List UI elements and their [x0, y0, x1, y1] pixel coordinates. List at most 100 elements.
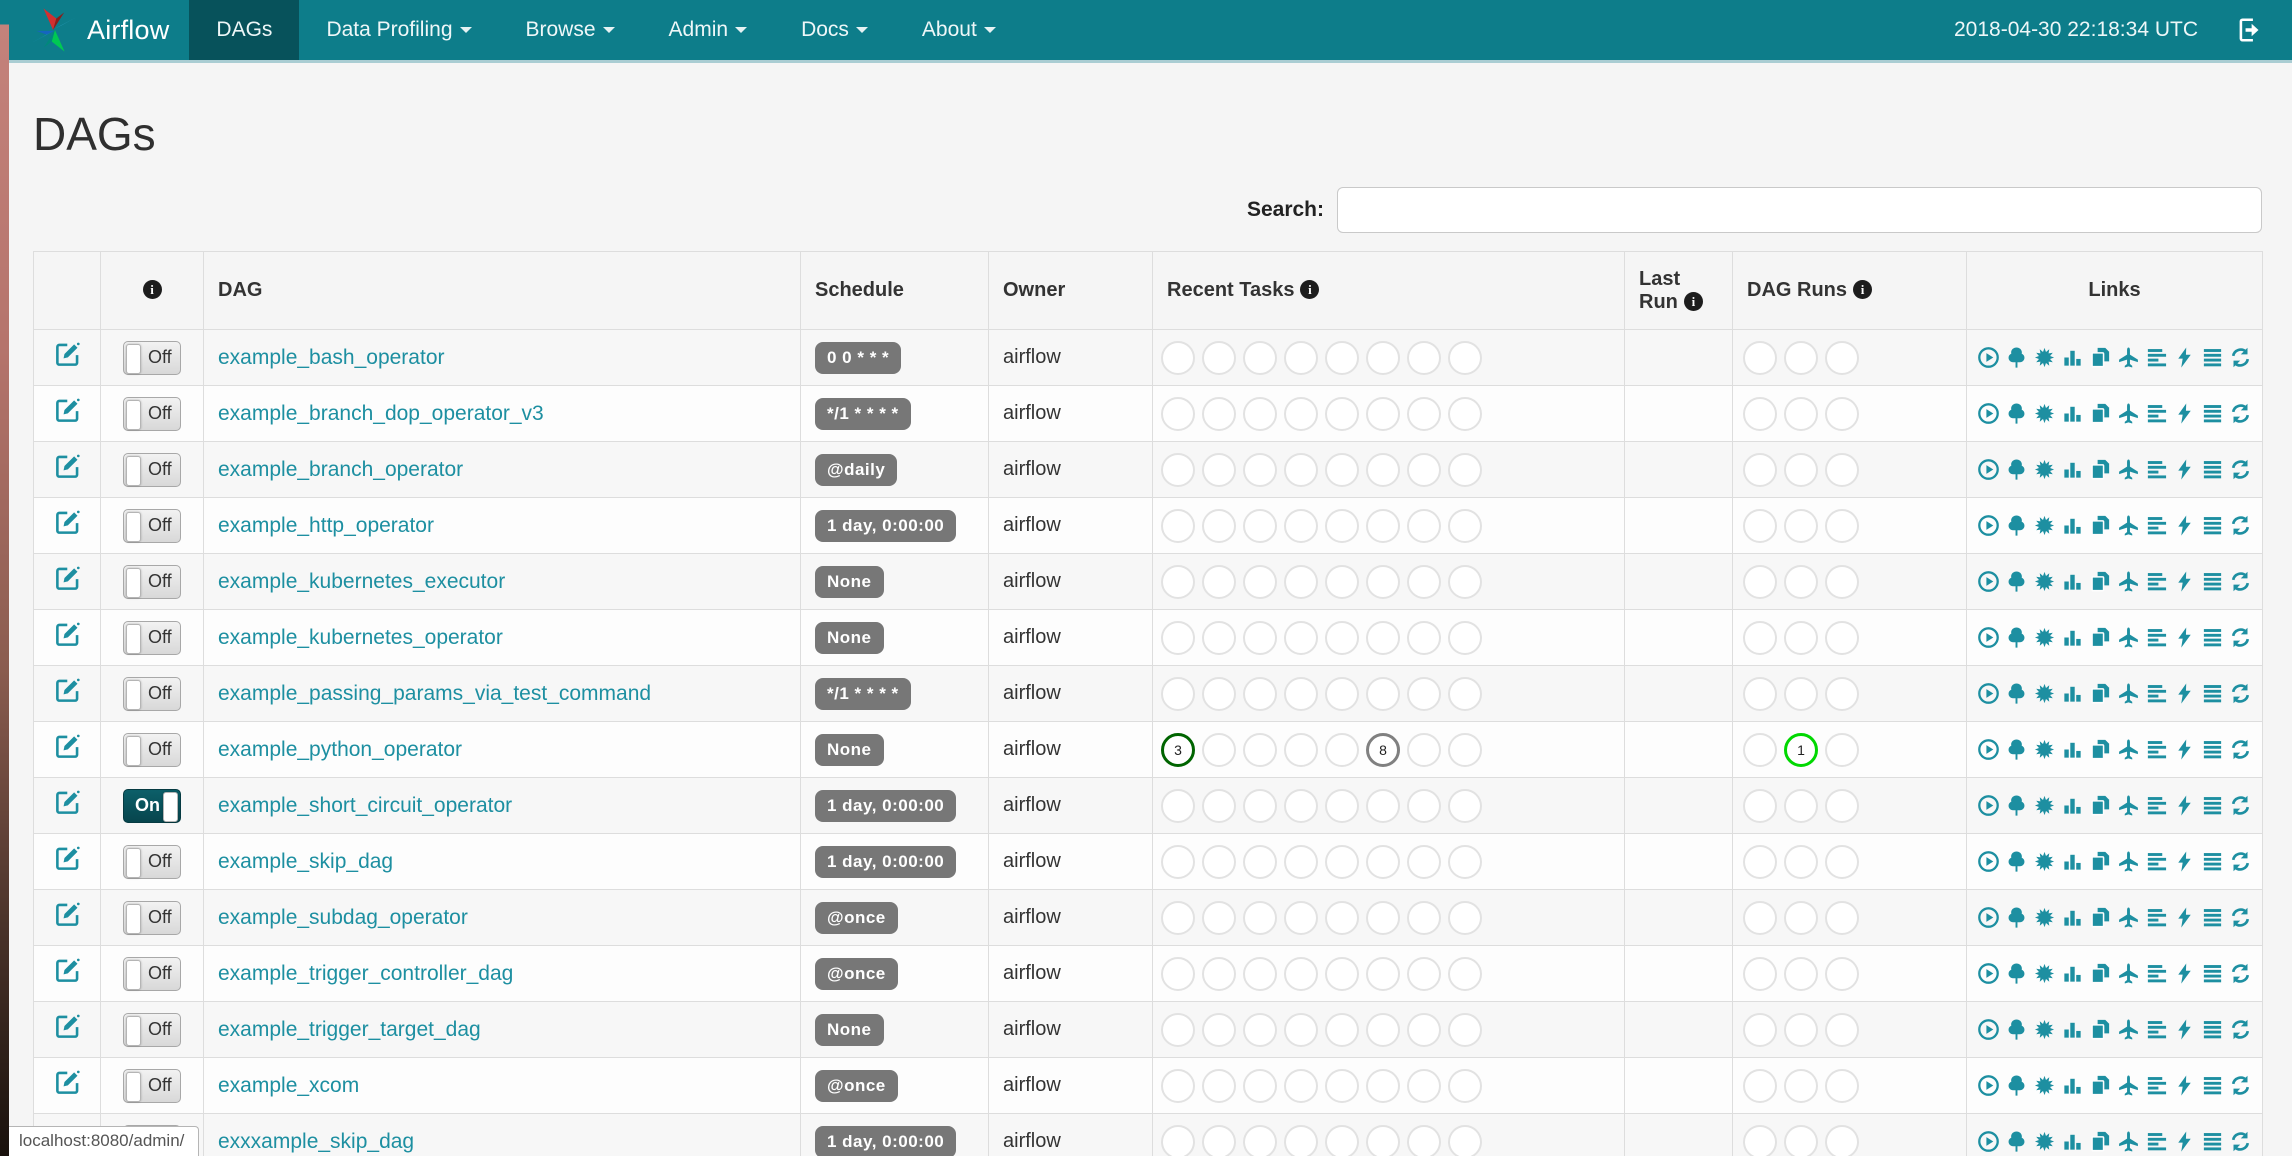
task-state-circle[interactable] — [1202, 1124, 1236, 1156]
task-state-circle[interactable] — [1243, 396, 1277, 431]
dag-run-circle[interactable] — [1743, 732, 1777, 767]
nav-item-about[interactable]: About — [895, 0, 1023, 60]
refresh-icon[interactable] — [2229, 570, 2252, 593]
task-state-circle[interactable] — [1202, 844, 1236, 879]
task-state-circle[interactable] — [1448, 1012, 1482, 1047]
trigger-dag-icon[interactable] — [1977, 850, 2000, 873]
dag-link[interactable]: example_passing_params_via_test_command — [218, 682, 651, 705]
gantt-view-icon[interactable] — [2145, 962, 2168, 985]
task-state-circle[interactable] — [1202, 1012, 1236, 1047]
task-duration-icon[interactable] — [2061, 346, 2084, 369]
task-duration-icon[interactable] — [2061, 570, 2084, 593]
landing-times-icon[interactable] — [2117, 682, 2140, 705]
task-tries-icon[interactable] — [2089, 1018, 2112, 1041]
trigger-dag-icon[interactable] — [1977, 962, 2000, 985]
schedule-badge[interactable]: None — [815, 621, 884, 654]
dag-link[interactable]: example_xcom — [218, 1074, 359, 1097]
landing-times-icon[interactable] — [2117, 850, 2140, 873]
task-state-circle[interactable] — [1284, 452, 1318, 487]
task-state-circle[interactable] — [1366, 340, 1400, 375]
landing-times-icon[interactable] — [2117, 626, 2140, 649]
trigger-dag-icon[interactable] — [1977, 906, 2000, 929]
task-state-circle[interactable] — [1407, 956, 1441, 991]
task-duration-icon[interactable] — [2061, 1130, 2084, 1153]
task-state-circle[interactable] — [1243, 620, 1277, 655]
graph-view-icon[interactable] — [2033, 1074, 2056, 1097]
task-state-circle[interactable] — [1325, 1124, 1359, 1156]
dag-run-circle[interactable] — [1784, 620, 1818, 655]
gantt-view-icon[interactable] — [2145, 1018, 2168, 1041]
graph-view-icon[interactable] — [2033, 346, 2056, 369]
dag-link[interactable]: example_trigger_target_dag — [218, 1018, 481, 1041]
tree-view-icon[interactable] — [2005, 962, 2028, 985]
trigger-dag-icon[interactable] — [1977, 1130, 2000, 1153]
task-state-circle[interactable] — [1202, 452, 1236, 487]
task-duration-icon[interactable] — [2061, 794, 2084, 817]
task-tries-icon[interactable] — [2089, 682, 2112, 705]
task-state-circle[interactable] — [1161, 956, 1195, 991]
task-tries-icon[interactable] — [2089, 402, 2112, 425]
task-state-circle[interactable] — [1407, 340, 1441, 375]
dag-run-circle[interactable] — [1743, 844, 1777, 879]
task-state-circle[interactable] — [1243, 508, 1277, 543]
task-state-circle[interactable] — [1366, 1068, 1400, 1103]
task-state-circle[interactable] — [1366, 1012, 1400, 1047]
task-state-circle[interactable] — [1243, 452, 1277, 487]
task-state-circle[interactable] — [1448, 676, 1482, 711]
tree-view-icon[interactable] — [2005, 458, 2028, 481]
dag-pause-toggle[interactable]: Off — [123, 900, 181, 935]
code-view-icon[interactable] — [2173, 346, 2196, 369]
refresh-icon[interactable] — [2229, 1074, 2252, 1097]
task-duration-icon[interactable] — [2061, 962, 2084, 985]
dag-details-icon[interactable] — [2201, 794, 2224, 817]
code-view-icon[interactable] — [2173, 514, 2196, 537]
dag-run-circle[interactable] — [1743, 620, 1777, 655]
dag-run-circle[interactable] — [1825, 732, 1859, 767]
task-state-circle[interactable] — [1243, 844, 1277, 879]
task-state-circle[interactable] — [1448, 508, 1482, 543]
graph-view-icon[interactable] — [2033, 962, 2056, 985]
graph-view-icon[interactable] — [2033, 1018, 2056, 1041]
task-state-circle[interactable] — [1161, 508, 1195, 543]
task-tries-icon[interactable] — [2089, 570, 2112, 593]
task-state-circle[interactable] — [1161, 1124, 1195, 1156]
dag-run-circle[interactable] — [1784, 676, 1818, 711]
dag-run-circle[interactable] — [1784, 340, 1818, 375]
edit-dag-icon[interactable] — [54, 565, 81, 592]
task-tries-icon[interactable] — [2089, 962, 2112, 985]
task-state-circle[interactable] — [1202, 676, 1236, 711]
code-view-icon[interactable] — [2173, 626, 2196, 649]
tree-view-icon[interactable] — [2005, 738, 2028, 761]
dag-pause-toggle[interactable]: Off — [123, 452, 181, 487]
dag-pause-toggle[interactable]: Off — [123, 844, 181, 879]
task-state-circle[interactable] — [1202, 620, 1236, 655]
graph-view-icon[interactable] — [2033, 514, 2056, 537]
task-state-circle[interactable] — [1448, 340, 1482, 375]
task-state-circle[interactable] — [1448, 564, 1482, 599]
task-state-circle[interactable] — [1407, 452, 1441, 487]
task-state-circle[interactable] — [1366, 620, 1400, 655]
trigger-dag-icon[interactable] — [1977, 346, 2000, 369]
dag-run-circle[interactable] — [1784, 396, 1818, 431]
dag-link[interactable]: example_bash_operator — [218, 346, 445, 369]
search-input[interactable] — [1337, 187, 2262, 233]
schedule-badge[interactable]: 1 day, 0:00:00 — [815, 789, 957, 822]
task-state-circle[interactable] — [1284, 676, 1318, 711]
refresh-icon[interactable] — [2229, 794, 2252, 817]
task-tries-icon[interactable] — [2089, 794, 2112, 817]
task-state-circle[interactable] — [1407, 564, 1441, 599]
task-state-circle[interactable] — [1161, 676, 1195, 711]
task-state-circle[interactable] — [1161, 452, 1195, 487]
task-state-circle[interactable] — [1325, 452, 1359, 487]
gantt-view-icon[interactable] — [2145, 1130, 2168, 1153]
tree-view-icon[interactable] — [2005, 514, 2028, 537]
schedule-badge[interactable]: None — [815, 1013, 884, 1046]
gantt-view-icon[interactable] — [2145, 850, 2168, 873]
dag-link[interactable]: example_kubernetes_executor — [218, 570, 505, 593]
graph-view-icon[interactable] — [2033, 738, 2056, 761]
dag-run-circle[interactable] — [1784, 844, 1818, 879]
tree-view-icon[interactable] — [2005, 1018, 2028, 1041]
schedule-badge[interactable]: None — [815, 733, 884, 766]
task-duration-icon[interactable] — [2061, 458, 2084, 481]
trigger-dag-icon[interactable] — [1977, 570, 2000, 593]
